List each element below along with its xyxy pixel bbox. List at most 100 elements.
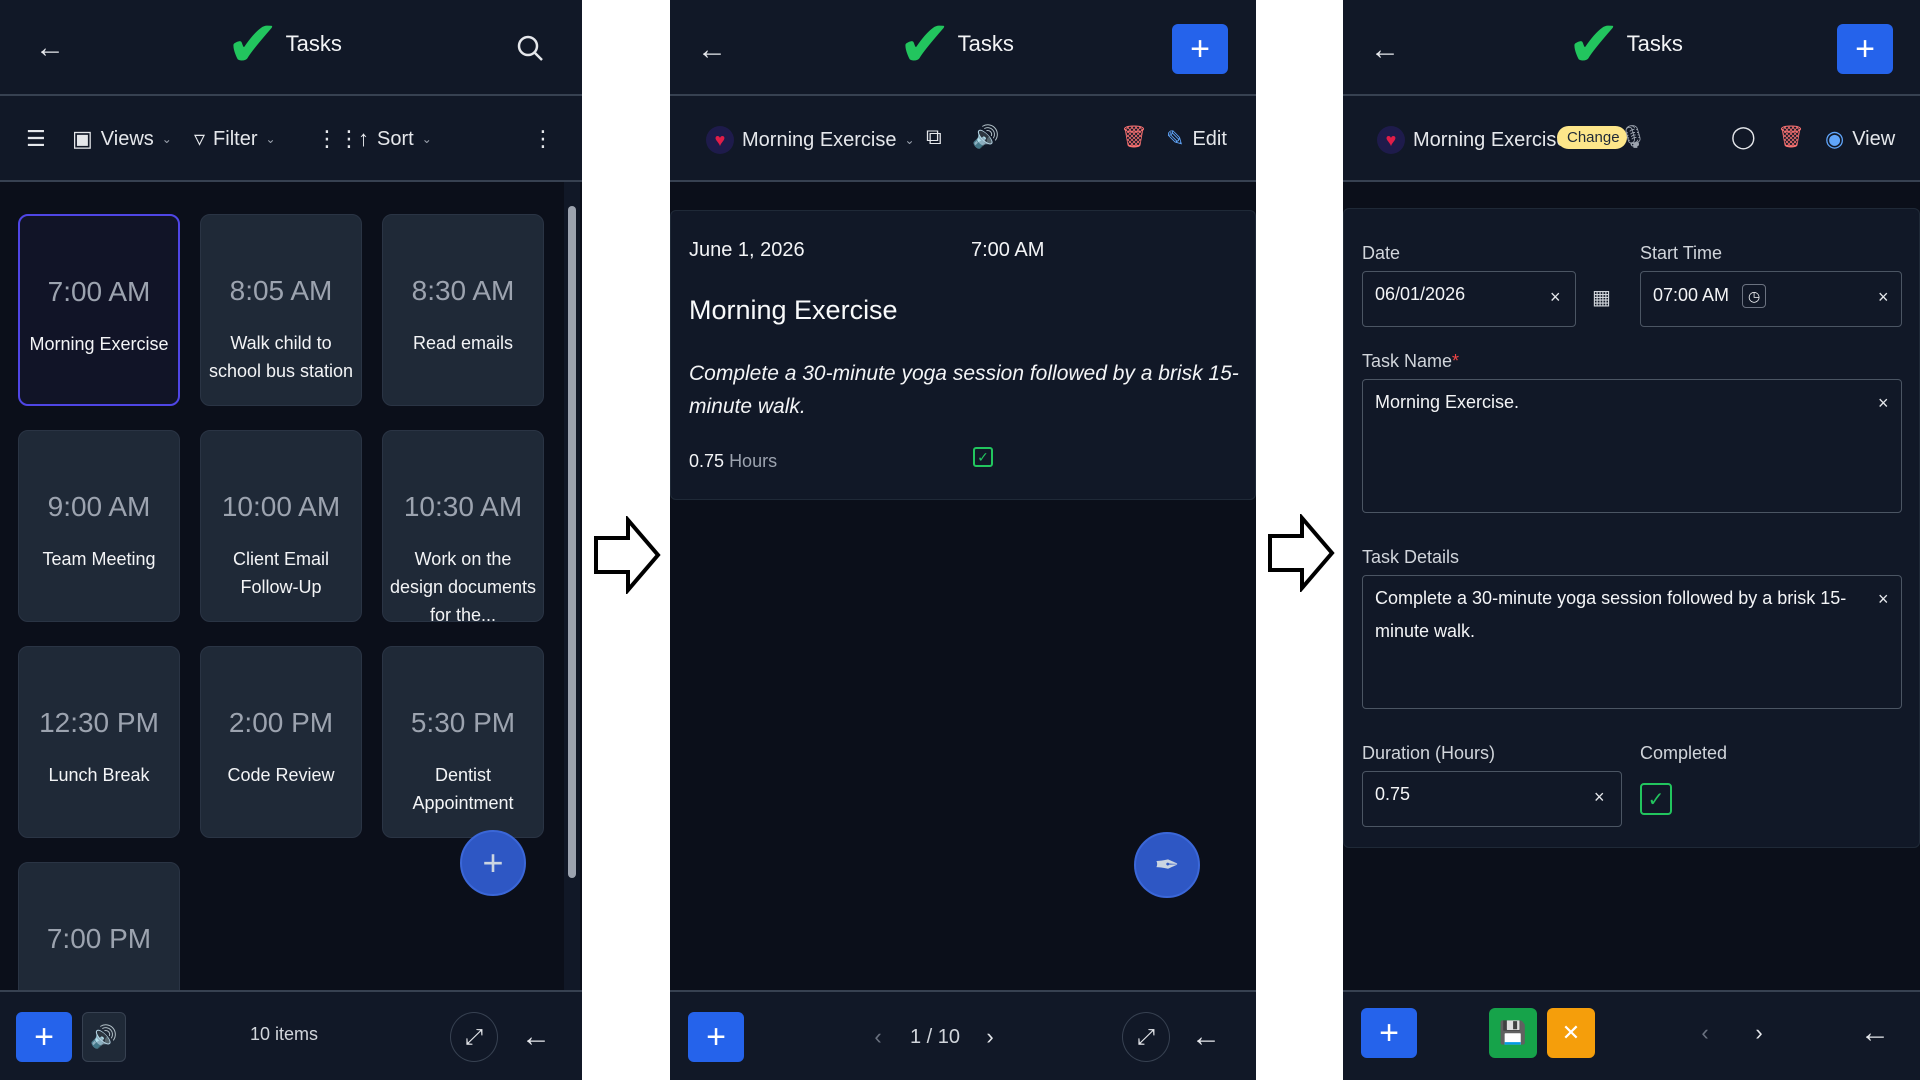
expand-icon[interactable]: ⤢: [1122, 1012, 1170, 1062]
task-card-time: 8:05 AM: [229, 275, 333, 306]
duration-input[interactable]: 0.75: [1362, 771, 1622, 827]
clock-icon[interactable]: ◷: [1742, 284, 1767, 308]
task-card[interactable]: 5:30 PM Dentist Appointment: [382, 646, 544, 838]
clear-date-icon[interactable]: ×: [1550, 287, 1561, 308]
completed-checkbox[interactable]: ✓: [973, 447, 993, 467]
task-card-time: 12:30 PM: [39, 707, 159, 738]
task-card[interactable]: 7:00 AM Morning Exercise: [18, 214, 180, 406]
views-icon: ▣: [72, 126, 93, 151]
task-card[interactable]: 8:05 AM Walk child to school bus station: [200, 214, 362, 406]
add-button[interactable]: +: [1837, 24, 1893, 74]
back-arrow-icon[interactable]: ←: [32, 28, 68, 68]
task-card-name: Morning Exercise: [29, 334, 169, 354]
calendar-icon[interactable]: ▦: [1592, 285, 1611, 310]
task-selector[interactable]: ♥ Morning Exercise.: [1377, 126, 1573, 154]
trash-icon[interactable]: 🗑: [1120, 124, 1148, 150]
duration-value: 0.75: [1375, 784, 1411, 804]
checklist-icon[interactable]: ☰: [26, 126, 46, 152]
app-title: Tasks: [957, 31, 1014, 56]
add-button[interactable]: +: [16, 1012, 72, 1062]
task-card[interactable]: 10:30 AM Work on the design documents for…: [382, 430, 544, 625]
drag-handle-icon[interactable]: ⋮⋮: [316, 126, 360, 152]
task-card-time: 7:00 PM: [46, 923, 152, 954]
change-badge[interactable]: Change: [1557, 126, 1627, 149]
task-details-label: Task Details: [1362, 547, 1460, 567]
sort-arrow-up-icon: ↑: [358, 126, 369, 151]
task-time: 7:00 AM: [971, 239, 1045, 261]
sort-label: Sort: [377, 127, 414, 150]
top-bar: ← ✔ Tasks: [0, 0, 582, 96]
microphone-icon[interactable]: 🎙: [1619, 124, 1647, 150]
task-card[interactable]: 2:00 PM Code Review: [200, 646, 362, 838]
edit-form: Date 06/01/2026 × ▦ Start Time 07:00 AM …: [1343, 208, 1920, 848]
chevron-down-icon: ⌄: [265, 132, 276, 146]
completed-label: Completed: [1640, 743, 1728, 763]
arrow-right-icon: [1268, 514, 1335, 592]
add-button[interactable]: +: [688, 1012, 744, 1062]
chevron-right-icon[interactable]: ›: [978, 1020, 1002, 1054]
task-details-textarea[interactable]: Complete a 30-minute yoga session follow…: [1362, 575, 1902, 709]
copy-icon[interactable]: ⧉: [926, 124, 942, 150]
task-selector[interactable]: ♥ Morning Exercise ⌄: [706, 126, 915, 154]
trash-icon[interactable]: 🗑: [1777, 124, 1805, 150]
completed-checkbox[interactable]: ✓: [1640, 783, 1672, 815]
chevron-down-icon: ⌄: [421, 132, 432, 146]
expand-icon[interactable]: ⤢: [450, 1012, 498, 1062]
app-logo: ✔ Tasks: [898, 12, 1014, 76]
cancel-x-icon[interactable]: ✕: [1547, 1008, 1595, 1058]
add-button[interactable]: +: [1172, 24, 1228, 74]
clear-task-details-icon[interactable]: ×: [1878, 589, 1889, 610]
task-date: June 1, 2026: [689, 239, 805, 261]
task-card[interactable]: 12:30 PM Lunch Break: [18, 646, 180, 838]
back-arrow-icon[interactable]: ←: [1367, 30, 1403, 70]
date-value: 06/01/2026: [1375, 284, 1466, 304]
chevron-left-icon[interactable]: ‹: [866, 1020, 890, 1054]
back-arrow-icon[interactable]: ←: [1188, 1012, 1224, 1062]
task-card-time: 5:30 PM: [410, 707, 516, 738]
app-title: Tasks: [285, 31, 342, 56]
back-arrow-icon[interactable]: ←: [518, 1012, 554, 1062]
task-card-name: Dentist Appointment: [412, 765, 514, 813]
clear-duration-icon[interactable]: ×: [1594, 787, 1605, 808]
speaker-icon[interactable]: 🔊: [82, 1012, 126, 1062]
speaker-icon[interactable]: 🔊: [972, 124, 999, 150]
tag-icon[interactable]: ◯: [1731, 124, 1756, 150]
scrollbar[interactable]: [564, 182, 580, 990]
start-time-input[interactable]: 07:00 AM ◷: [1640, 271, 1902, 327]
task-card[interactable]: 9:00 AM Team Meeting: [18, 430, 180, 622]
chevron-left-icon[interactable]: ‹: [1693, 1016, 1717, 1050]
duration-value: 0.75: [689, 451, 725, 471]
start-time-label: Start Time: [1640, 243, 1723, 263]
views-menu[interactable]: ▣ Views ⌄: [72, 126, 172, 152]
chevron-right-icon[interactable]: ›: [1747, 1016, 1771, 1050]
search-icon[interactable]: [512, 28, 548, 68]
task-card-name: Work on the design documents for the...: [389, 549, 537, 625]
pager: 1 / 10: [910, 1026, 961, 1048]
task-card-time: 7:00 AM: [47, 276, 151, 307]
add-task-fab[interactable]: +: [460, 830, 526, 896]
task-card[interactable]: 10:00 AM Client Email Follow-Up: [200, 430, 362, 622]
task-card[interactable]: 8:30 AM Read emails: [382, 214, 544, 406]
more-options-icon[interactable]: ⋮: [532, 126, 554, 152]
add-button[interactable]: +: [1361, 1008, 1417, 1058]
required-mark: *: [1452, 351, 1460, 371]
bottom-bar: + 💾 ✕ ‹ › ←: [1343, 990, 1920, 1080]
start-time-value: 07:00 AM: [1653, 285, 1730, 305]
bottom-bar: + 🔊 10 items ⤢ ←: [0, 990, 582, 1080]
edit-button[interactable]: ✎ Edit: [1166, 126, 1227, 152]
back-arrow-icon[interactable]: ←: [1857, 1008, 1893, 1058]
back-arrow-icon[interactable]: ←: [694, 30, 730, 70]
view-button[interactable]: ◉ View: [1825, 126, 1895, 152]
sort-menu[interactable]: ↑ Sort ⌄: [358, 126, 432, 152]
save-icon[interactable]: 💾: [1489, 1008, 1537, 1058]
edit-fab-pen-icon[interactable]: ✒: [1134, 832, 1200, 898]
task-name-label: Task Name*: [1362, 351, 1459, 372]
task-details: Complete a 30-minute yoga session follow…: [689, 362, 1239, 418]
scrollbar-thumb[interactable]: [568, 206, 576, 878]
filter-menu[interactable]: ▿ Filter ⌄: [194, 126, 276, 152]
clear-time-icon[interactable]: ×: [1878, 287, 1889, 308]
item-count: 10 items: [250, 1024, 319, 1044]
date-input[interactable]: 06/01/2026: [1362, 271, 1576, 327]
clear-task-name-icon[interactable]: ×: [1878, 393, 1889, 414]
task-name-textarea[interactable]: Morning Exercise.: [1362, 379, 1902, 513]
